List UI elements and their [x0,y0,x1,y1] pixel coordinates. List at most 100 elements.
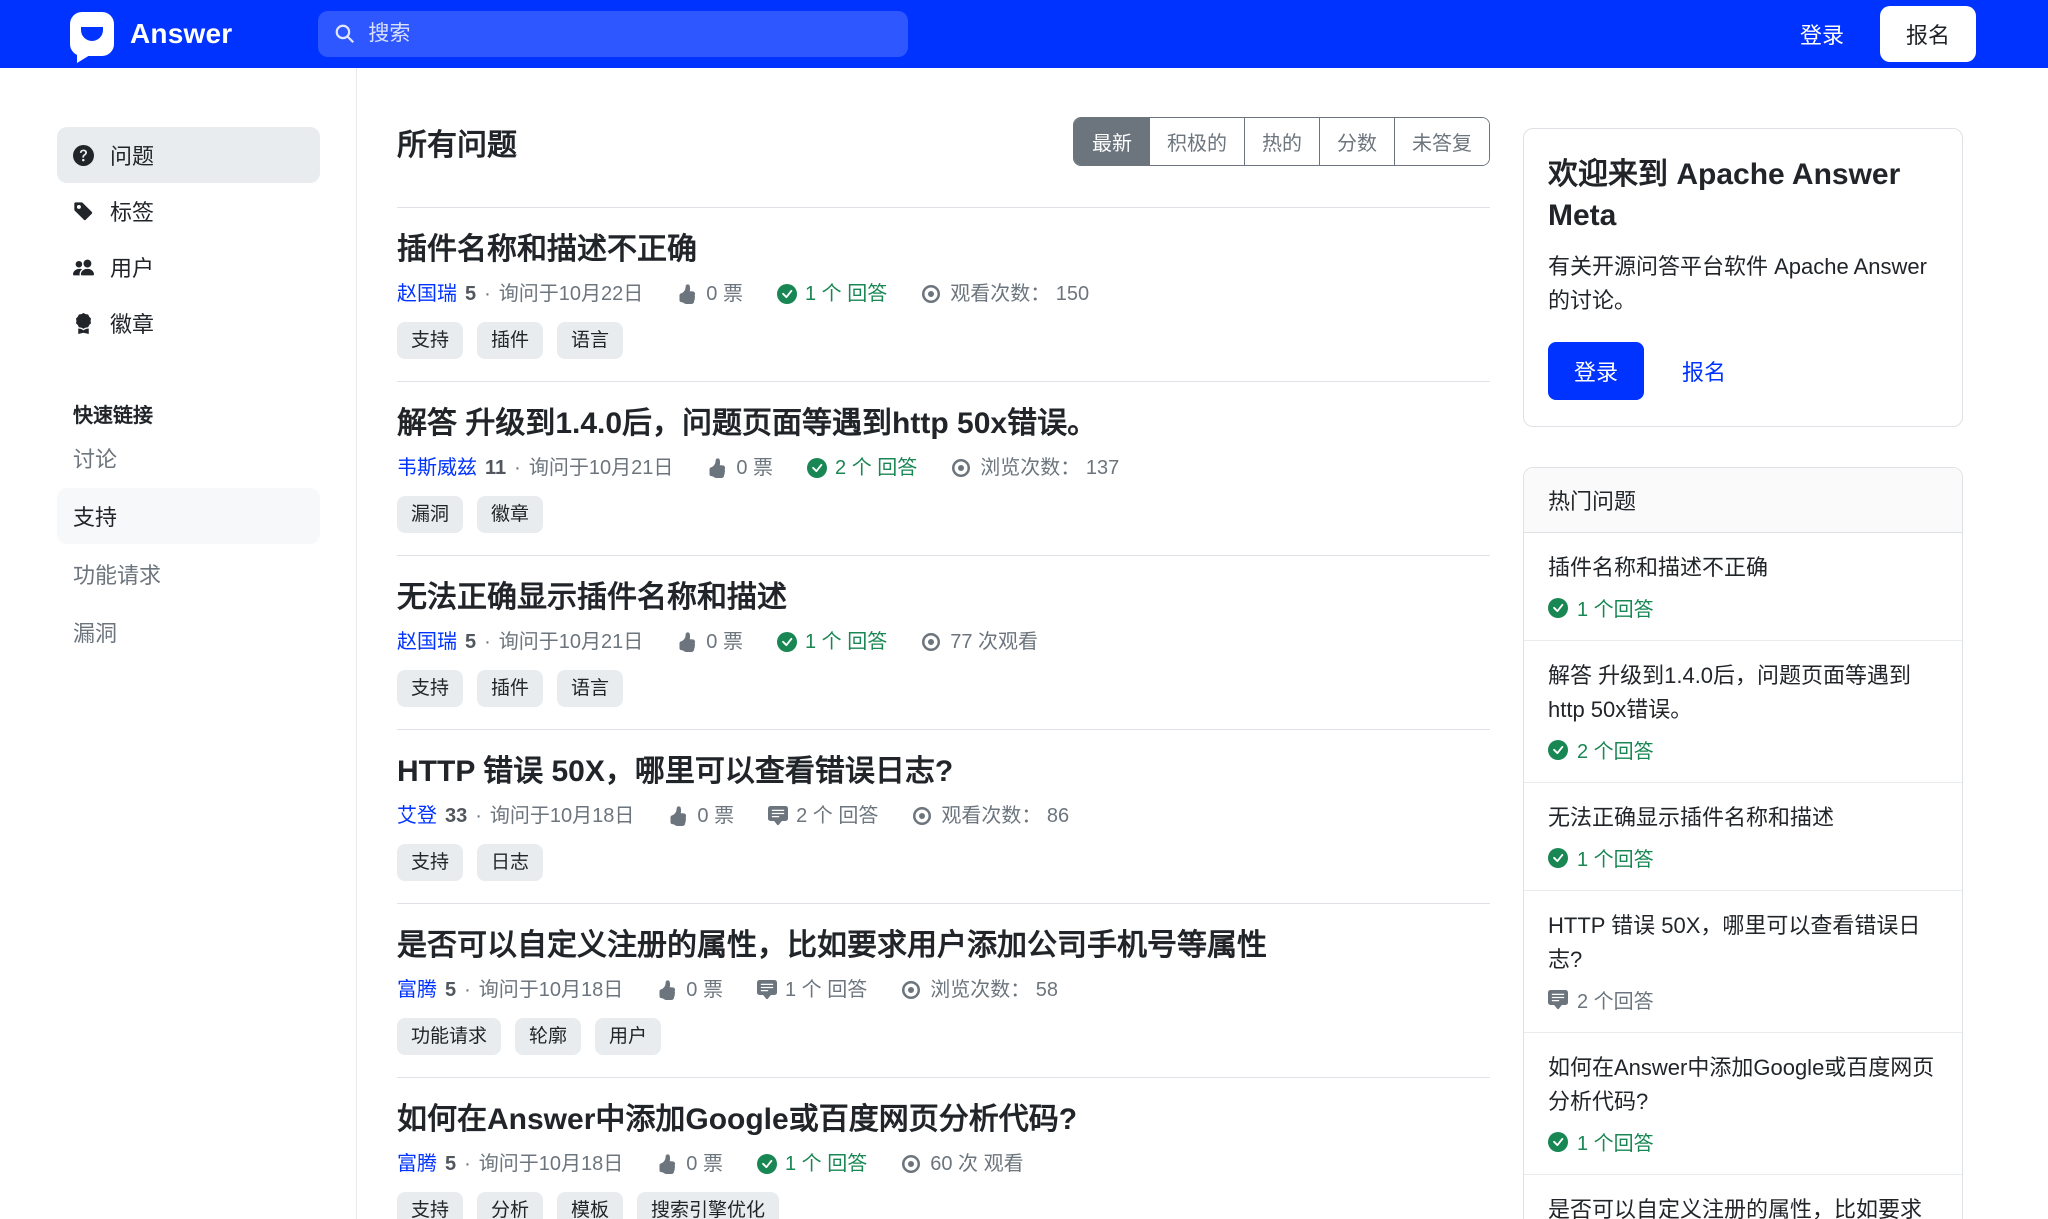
tag-chip[interactable]: 插件 [477,322,543,359]
tag-chip[interactable]: 分析 [477,1192,543,1219]
question-answers[interactable]: 2 个 回答 [807,454,917,482]
hot-question-item[interactable]: 无法正确显示插件名称和描述 1 个回答 [1524,782,1962,890]
thumbs-up-icon [677,284,697,304]
tag-chip[interactable]: 语言 [557,322,623,359]
brand-name: Answer [130,18,232,50]
hot-question-item[interactable]: 如何在Answer中添加Google或百度网页分析代码? 1 个回答 [1524,1032,1962,1174]
question-answers[interactable]: 1 个 回答 [777,280,887,308]
quick-link-support[interactable]: 支持 [57,488,320,544]
author-reputation: 5 [445,1150,456,1178]
tag-chip[interactable]: 搜索引擎优化 [637,1192,779,1219]
hot-question-title[interactable]: 无法正确显示插件名称和描述 [1548,801,1938,835]
hot-question-title[interactable]: 如何在Answer中添加Google或百度网页分析代码? [1548,1051,1938,1119]
tag-chip[interactable]: 支持 [397,322,463,359]
question-meta: 赵国瑞 5 · 询问于10月21日 0 票 [397,628,1490,656]
question-meta: 赵国瑞 5 · 询问于10月22日 0 票 [397,280,1490,308]
welcome-actions: 登录 报名 [1548,342,1938,400]
question-title-link[interactable]: 如何在Answer中添加Google或百度网页分析代码? [397,1103,1077,1136]
question-author-link[interactable]: 富腾 [397,976,437,1004]
tag-chip[interactable]: 轮廓 [515,1018,581,1055]
brand-logo-link[interactable]: Answer [70,12,232,56]
question-answers[interactable]: 1 个 回答 [757,1150,867,1178]
sidebar-item-users[interactable]: 用户 [57,239,320,295]
hot-question-title[interactable]: HTTP 错误 50X，哪里可以查看错误日志? [1548,909,1938,977]
hot-question-title[interactable]: 是否可以自定义注册的属性，比如要求用户添加公司手机号等属性 [1548,1193,1938,1219]
filter-button[interactable]: 积极的 [1149,118,1244,165]
tag-chip[interactable]: 语言 [557,670,623,707]
header-signup-button[interactable]: 报名 [1880,6,1976,62]
filter-button[interactable]: 热的 [1244,118,1319,165]
question-views-label: 观看次数： 86 [941,802,1069,830]
quick-link-feature-requests[interactable]: 功能请求 [57,546,320,602]
question-title-link[interactable]: 插件名称和描述不正确 [397,233,697,266]
sidebar-item-questions[interactable]: 问题 [57,127,320,183]
chat-answers-icon [757,980,777,1000]
check-circle-icon [1548,598,1568,618]
filter-button[interactable]: 最新 [1074,118,1149,165]
tag-chip[interactable]: 支持 [397,670,463,707]
check-circle-icon [777,632,797,652]
question-title-link[interactable]: 解答 升级到1.4.0后，问题页面等遇到http 50x错误。 [397,407,1097,440]
quick-link-discussions[interactable]: 讨论 [57,430,320,486]
hot-question-answers-label: 2 个回答 [1577,985,1654,1014]
question-author-link[interactable]: 赵国瑞 [397,280,457,308]
question-asked-date: 询问于10月18日 [490,802,635,830]
quick-link-bugs[interactable]: 漏洞 [57,604,320,660]
tag-chip[interactable]: 日志 [477,844,543,881]
question-author-link[interactable]: 富腾 [397,1150,437,1178]
question-answers[interactable]: 1 个 回答 [777,628,887,656]
question-circle-icon [73,145,94,166]
hot-question-title[interactable]: 插件名称和描述不正确 [1548,551,1938,585]
hot-question-title[interactable]: 解答 升级到1.4.0后，问题页面等遇到http 50x错误。 [1548,659,1938,727]
question-author-link[interactable]: 赵国瑞 [397,628,457,656]
question-title: 插件名称和描述不正确 [397,230,1490,270]
hot-question-answers-label: 1 个回答 [1577,593,1654,622]
search-box[interactable] [318,11,908,57]
question-votes: 0 票 [668,802,734,830]
tag-chip[interactable]: 模板 [557,1192,623,1219]
hot-question-item[interactable]: 插件名称和描述不正确 1 个回答 [1524,533,1962,640]
question-title: 是否可以自定义注册的属性，比如要求用户添加公司手机号等属性 [397,926,1490,966]
tag-chip[interactable]: 徽章 [477,496,543,533]
chat-answers-icon [768,806,788,826]
sidebar-item-tags[interactable]: 标签 [57,183,320,239]
header-actions: 登录 报名 [1800,6,1976,62]
check-circle-icon [807,458,827,478]
filter-button[interactable]: 分数 [1319,118,1394,165]
question-title-link[interactable]: 无法正确显示插件名称和描述 [397,581,787,614]
search-input[interactable] [368,22,892,46]
question-votes-label: 0 票 [686,1150,723,1178]
question-answers[interactable]: 1 个 回答 [757,976,867,1004]
tag-chip[interactable]: 漏洞 [397,496,463,533]
welcome-login-button[interactable]: 登录 [1548,342,1644,400]
sidebar-nav: 问题 标签 用户 徽章 [57,127,320,351]
tag-chip[interactable]: 插件 [477,670,543,707]
question-author-link[interactable]: 艾登 [397,802,437,830]
users-icon [73,257,94,278]
question-title-link[interactable]: HTTP 错误 50X，哪里可以查看错误日志? [397,755,953,788]
views-icon [921,632,941,652]
hot-question-item[interactable]: 是否可以自定义注册的属性，比如要求用户添加公司手机号等属性 1 个回答 [1524,1174,1962,1219]
views-icon [901,980,921,1000]
tag-chip[interactable]: 支持 [397,1192,463,1219]
hot-question-item[interactable]: HTTP 错误 50X，哪里可以查看错误日志? 2 个回答 [1524,890,1962,1032]
tag-chip[interactable]: 功能请求 [397,1018,501,1055]
tag-chip[interactable]: 用户 [595,1018,661,1055]
welcome-signup-link[interactable]: 报名 [1682,355,1726,387]
question-author-link[interactable]: 韦斯威兹 [397,454,477,482]
tag-chip[interactable]: 支持 [397,844,463,881]
badge-icon [73,313,94,334]
main-header: 所有问题 最新 积极的 热的 分数 未答复 [397,117,1490,166]
question-answers[interactable]: 2 个 回答 [768,802,878,830]
filter-button[interactable]: 未答复 [1394,118,1489,165]
question-votes-label: 0 票 [686,976,723,1004]
check-circle-icon [777,284,797,304]
meta-separator: · [484,280,491,308]
hot-question-item[interactable]: 解答 升级到1.4.0后，问题页面等遇到http 50x错误。 2 个回答 [1524,640,1962,782]
logo-smile-shape [81,27,103,41]
header-login-link[interactable]: 登录 [1800,18,1844,50]
question-views: 浏览次数： 58 [901,976,1058,1004]
sidebar-item-badges[interactable]: 徽章 [57,295,320,351]
question-title-link[interactable]: 是否可以自定义注册的属性，比如要求用户添加公司手机号等属性 [397,929,1267,962]
page-title: 所有问题 [397,120,517,164]
